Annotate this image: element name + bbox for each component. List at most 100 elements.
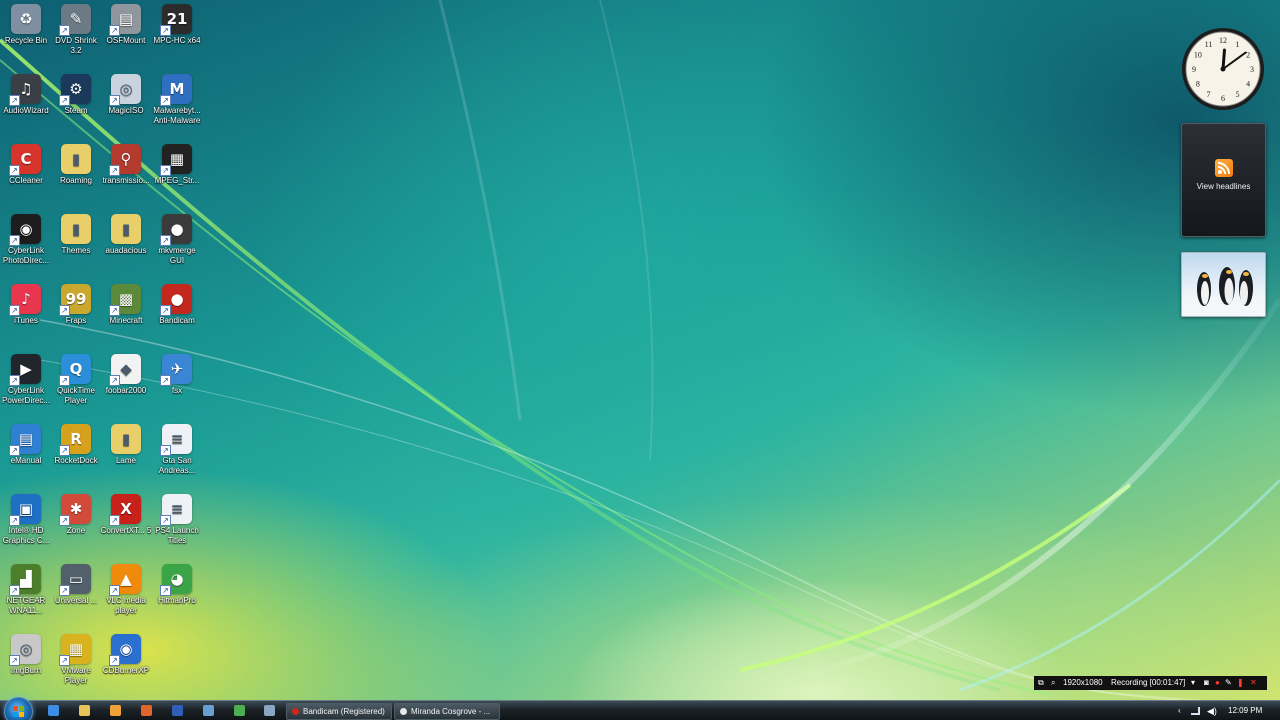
clock-numeral: 5 xyxy=(1236,90,1240,99)
desktop-icon[interactable]: ▣ ↗ Intel® HD Graphics C... xyxy=(0,490,52,556)
desktop-icon-label: Recycle Bin xyxy=(4,36,48,45)
desktop-icon[interactable]: ▦ ↗ VMware Player xyxy=(50,630,102,696)
transmission-icon: ⚲ ↗ xyxy=(109,144,141,176)
explorer-icon[interactable] xyxy=(79,705,90,716)
audiowizard-icon: ♫ ↗ xyxy=(9,74,41,106)
desktop-icon[interactable]: X ↗ ConvertXT... 5 xyxy=(100,490,152,556)
desktop-icon[interactable]: ● ↗ mkvmerge GUI xyxy=(151,210,203,276)
folder-icon: ▮ xyxy=(61,144,91,174)
ie-icon[interactable] xyxy=(48,705,59,716)
desktop-icon-label: CyberLink PhotoDirec... xyxy=(2,246,50,265)
desktop-icon[interactable]: ▦ ↗ MPEG_Str... xyxy=(151,140,203,206)
zoom-icon[interactable]: ⌕ xyxy=(1051,676,1055,690)
desktop-icon[interactable]: C ↗ CCleaner xyxy=(0,140,52,206)
desktop-icon-label: auadacious xyxy=(105,246,147,255)
emanual-icon: ▤ ↗ xyxy=(9,424,41,456)
window-mode-icon[interactable]: ⧉ xyxy=(1038,676,1044,690)
desktop-icon-label: MagicISO xyxy=(108,106,144,115)
desktop-icon[interactable]: Q ↗ QuickTime Player xyxy=(50,350,102,416)
zone-icon: ✱ ↗ xyxy=(59,494,91,526)
desktop-icon[interactable]: ♪ ↗ iTunes xyxy=(0,280,52,346)
desktop-icon[interactable]: ◕ ↗ HitmanPro xyxy=(151,560,203,626)
start-button[interactable] xyxy=(4,697,33,720)
desktop-icon[interactable]: ▮ Roaming xyxy=(50,140,102,206)
desktop-icon[interactable]: ▩ ↗ Minecraft xyxy=(100,280,152,346)
desktop-icon-label: RocketDock xyxy=(54,456,98,465)
desktop-icon[interactable]: ▭ ↗ Universal ... xyxy=(50,560,102,626)
desktop-icon-label: Fraps xyxy=(65,316,87,325)
clock-numeral: 4 xyxy=(1246,80,1250,89)
clock-hour-hand xyxy=(1221,48,1226,71)
taskbar-button[interactable]: Bandicam (Registered) xyxy=(286,703,392,720)
desktop-icon[interactable]: ◉ ↗ CyberLink PhotoDirec... xyxy=(0,210,52,276)
tray-clock[interactable]: 12:09 PM xyxy=(1228,701,1262,720)
desktop-icon[interactable]: ◆ ↗ foobar2000 xyxy=(100,350,152,416)
osfmount-icon: ▤ ↗ xyxy=(109,4,141,36)
taskbar-button[interactable]: Miranda Cosgrove - ... xyxy=(394,703,500,720)
desktop-icon[interactable]: ▮ Themes xyxy=(50,210,102,276)
desktop-icon[interactable]: ≡ ↗ Gta San Andreas... xyxy=(151,420,203,486)
shortcut-arrow-icon: ↗ xyxy=(160,165,171,176)
network-tray-icon[interactable] xyxy=(1191,707,1200,715)
camera-icon[interactable]: ◙ xyxy=(1204,676,1209,690)
desktop-icon[interactable]: ◉ ↗ CDBurnerXP xyxy=(100,630,152,696)
desktop-icon[interactable]: ◎ ↗ ImgBurn xyxy=(0,630,52,696)
dropdown-icon[interactable]: ▾ xyxy=(1191,676,1195,690)
mkvmerge-icon: ● ↗ xyxy=(160,214,192,246)
shortcut-arrow-icon: ↗ xyxy=(109,95,120,106)
media-player-icon[interactable] xyxy=(110,705,121,716)
desktop-icon[interactable]: ◎ ↗ MagicISO xyxy=(100,70,152,136)
remote-icon[interactable] xyxy=(264,705,275,716)
desktop-icon[interactable]: ▶ ↗ CyberLink PowerDirec... xyxy=(0,350,52,416)
desktop-icon[interactable]: ● ↗ Bandicam xyxy=(151,280,203,346)
desktop-icon-label: VMware Player xyxy=(61,666,91,685)
desktop-icon-label: Malwarebyt... Anti-Malware xyxy=(153,106,201,125)
desktop-icon[interactable]: ▲ ↗ VLC media player xyxy=(100,560,152,626)
desktop-icon[interactable]: ▟ ↗ NETGEAR WNA11... xyxy=(0,560,52,626)
view-headlines-link[interactable]: View headlines xyxy=(1182,182,1265,191)
desktop-icon-label: Intel® HD Graphics C... xyxy=(2,526,50,545)
desktop-icon[interactable]: R ↗ RocketDock xyxy=(50,420,102,486)
desktop-icon-label: OSFMount xyxy=(106,36,146,45)
slideshow-gadget[interactable] xyxy=(1181,252,1266,317)
itunes-icon: ♪ ↗ xyxy=(9,284,41,316)
show-hidden-icons-icon[interactable]: ‹ xyxy=(1178,701,1181,720)
desktop-icon[interactable]: ▤ ↗ OSFMount xyxy=(100,0,152,66)
desktop-icon-label: transmissio... xyxy=(102,176,150,185)
desktop-icon[interactable]: ⚙ ↗ Steam xyxy=(50,70,102,136)
pencil-icon[interactable]: ✎ xyxy=(1225,676,1232,690)
rocketdock-icon: R ↗ xyxy=(59,424,91,456)
desktop-icon[interactable]: ⚲ ↗ transmissio... xyxy=(100,140,152,206)
close-icon[interactable]: ✕ xyxy=(1250,676,1257,690)
pause-icon[interactable]: ❚ xyxy=(1237,676,1244,690)
shortcut-arrow-icon: ↗ xyxy=(59,375,70,386)
desktop-icon[interactable]: 99 ↗ Fraps xyxy=(50,280,102,346)
desktop-icon-label: fsx xyxy=(171,386,183,395)
chrome-icon[interactable] xyxy=(234,705,245,716)
shortcut-arrow-icon: ↗ xyxy=(109,585,120,596)
desktop-icon[interactable]: ✎ ↗ DVD Shrink 3.2 xyxy=(50,0,102,66)
desktop-icon[interactable]: ▤ ↗ eManual xyxy=(0,420,52,486)
shortcut-arrow-icon: ↗ xyxy=(59,445,70,456)
desktop-icon[interactable]: M ↗ Malwarebyt... Anti-Malware xyxy=(151,70,203,136)
firefox-icon[interactable] xyxy=(141,705,152,716)
desktop-icon[interactable]: 21 ↗ MPC-HC x64 xyxy=(151,0,203,66)
shortcut-arrow-icon: ↗ xyxy=(109,25,120,36)
clock-numeral: 6 xyxy=(1221,94,1225,103)
volume-tray-icon[interactable]: ◀) xyxy=(1207,701,1217,720)
network-icon[interactable] xyxy=(203,705,214,716)
desktop-icon-label: PS4 Launch Titles xyxy=(155,526,199,545)
record-icon[interactable]: ● xyxy=(1215,676,1220,690)
desktop-icon[interactable]: ✱ ↗ Zone xyxy=(50,490,102,556)
desktop-icon[interactable]: ≡ ↗ PS4 Launch Titles xyxy=(151,490,203,556)
desktop-icon[interactable]: ✈ ↗ fsx xyxy=(151,350,203,416)
desktop-icon[interactable]: ▮ auadacious xyxy=(100,210,152,276)
thunderbird-icon[interactable] xyxy=(172,705,183,716)
clock-numeral: 9 xyxy=(1192,65,1196,74)
clock-gadget[interactable]: 12 1 2 3 4 5 6 7 8 9 10 11 xyxy=(1180,26,1266,112)
desktop-icon-label: DVD Shrink 3.2 xyxy=(55,36,97,55)
feed-headlines-gadget[interactable]: View headlines xyxy=(1181,123,1266,237)
desktop-icon[interactable]: ♫ ↗ AudioWizard xyxy=(0,70,52,136)
desktop-icon[interactable]: ♻ Recycle Bin xyxy=(0,0,52,66)
desktop-icon[interactable]: ▮ Lame xyxy=(100,420,152,486)
